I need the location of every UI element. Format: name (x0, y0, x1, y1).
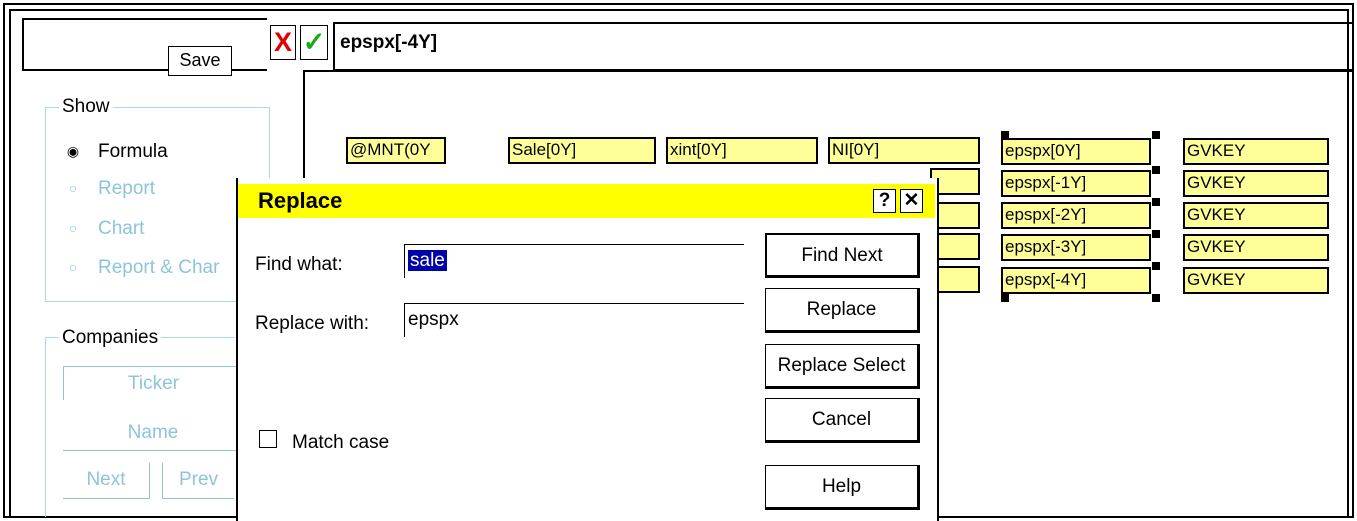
field-ni[interactable]: NI[0Y] (828, 137, 980, 164)
formula-text: epspx[-4Y] (340, 32, 438, 53)
accept-formula-button[interactable]: ✓ (300, 25, 328, 60)
field-epspx-1[interactable]: epspx[-1Y] (1001, 170, 1151, 197)
field-epspx-3[interactable]: epspx[-3Y] (1001, 234, 1151, 261)
save-button[interactable]: Save (168, 46, 232, 76)
radio-report[interactable]: ○ (64, 179, 82, 197)
field-gvkey-1[interactable]: GVKEY (1183, 170, 1329, 197)
field-sale[interactable]: Sale[0Y] (508, 137, 656, 164)
radio-report-chart[interactable]: ○ (64, 258, 82, 276)
prev-button[interactable]: Prev (162, 463, 234, 499)
dialog-title-bar[interactable] (238, 184, 935, 218)
selection-handle[interactable] (1152, 294, 1160, 302)
formula-bar[interactable] (333, 22, 1353, 71)
show-group-title: Show (59, 96, 113, 118)
help-button[interactable]: Help (765, 465, 920, 510)
selection-handle[interactable] (1001, 294, 1009, 302)
option-formula-label: Formula (98, 141, 168, 162)
cancel-formula-button[interactable]: X (270, 25, 296, 60)
match-case-checkbox[interactable] (259, 430, 277, 448)
close-icon[interactable]: ✕ (900, 189, 923, 213)
option-report-chart-label: Report & Char (98, 257, 220, 278)
find-what-label: Find what: (255, 254, 343, 275)
field-xint[interactable]: xint[0Y] (666, 137, 818, 164)
find-next-button[interactable]: Find Next (765, 233, 920, 278)
name-field[interactable]: Name (63, 417, 243, 451)
help-icon[interactable]: ? (873, 189, 896, 213)
option-report-label: Report (98, 178, 156, 199)
replace-select-button[interactable]: Replace Select (765, 344, 920, 389)
field-mnt[interactable]: @MNT(0Y (346, 137, 446, 164)
field-gvkey-2[interactable]: GVKEY (1183, 202, 1329, 229)
field-epspx-0[interactable]: epspx[0Y] (1001, 138, 1151, 165)
replace-with-input[interactable]: epspx (404, 303, 744, 337)
selection-handle[interactable] (1152, 131, 1160, 139)
selection-handle[interactable] (1001, 131, 1009, 139)
field-gvkey-0[interactable]: GVKEY (1183, 138, 1329, 165)
field-gvkey-4[interactable]: GVKEY (1183, 267, 1329, 294)
selection-handle[interactable] (1152, 230, 1160, 238)
selection-handle[interactable] (1152, 262, 1160, 270)
field-gvkey-3[interactable]: GVKEY (1183, 234, 1329, 261)
radio-chart[interactable]: ○ (64, 219, 82, 237)
radio-formula[interactable]: ◉ (64, 142, 82, 160)
find-what-value: sale (408, 250, 447, 271)
find-what-input[interactable]: sale (404, 244, 744, 278)
field-epspx-2[interactable]: epspx[-2Y] (1001, 202, 1151, 229)
option-chart-label: Chart (98, 218, 145, 239)
match-case-label: Match case (292, 432, 390, 453)
next-button[interactable]: Next (63, 463, 150, 499)
field-epspx-4[interactable]: epspx[-4Y] (1001, 267, 1151, 294)
replace-with-label: Replace with: (255, 313, 370, 334)
selection-handle[interactable] (1152, 198, 1160, 206)
selection-handle[interactable] (1152, 166, 1160, 174)
dialog-title: Replace (258, 188, 343, 213)
companies-group-title: Companies (59, 327, 162, 349)
cancel-button[interactable]: Cancel (765, 398, 920, 443)
ticker-field[interactable]: Ticker (63, 366, 243, 400)
replace-button[interactable]: Replace (765, 288, 920, 333)
